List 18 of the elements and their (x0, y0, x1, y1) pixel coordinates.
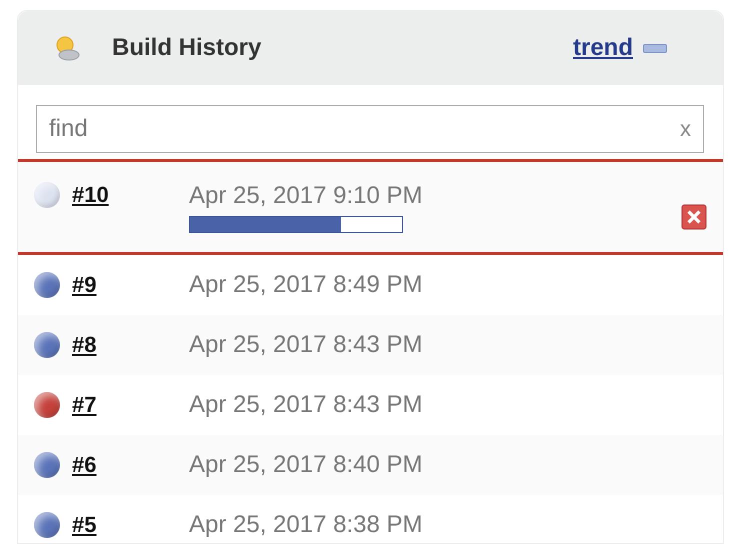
build-link[interactable]: #10 (72, 182, 189, 208)
trend-link[interactable]: trend (573, 34, 633, 62)
build-link[interactable]: #6 (72, 452, 189, 478)
build-time: Apr 25, 2017 8:40 PM (189, 451, 422, 479)
search-field[interactable]: find x (36, 105, 704, 153)
build-time: Apr 25, 2017 8:43 PM (189, 331, 422, 359)
build-time: Apr 25, 2017 9:10 PM (189, 182, 422, 210)
build-time: Apr 25, 2017 8:43 PM (189, 391, 422, 419)
build-link[interactable]: #5 (72, 512, 189, 538)
panel-title: Build History (112, 34, 262, 62)
collapse-icon[interactable] (643, 44, 667, 52)
build-time: Apr 25, 2017 8:38 PM (189, 511, 422, 539)
clear-button[interactable]: x (680, 116, 691, 142)
stop-icon[interactable] (681, 204, 707, 230)
build-link[interactable]: #7 (72, 392, 189, 418)
build-link[interactable]: #8 (72, 332, 189, 358)
build-time: Apr 25, 2017 8:49 PM (189, 271, 422, 299)
build-link[interactable]: #9 (72, 272, 189, 298)
